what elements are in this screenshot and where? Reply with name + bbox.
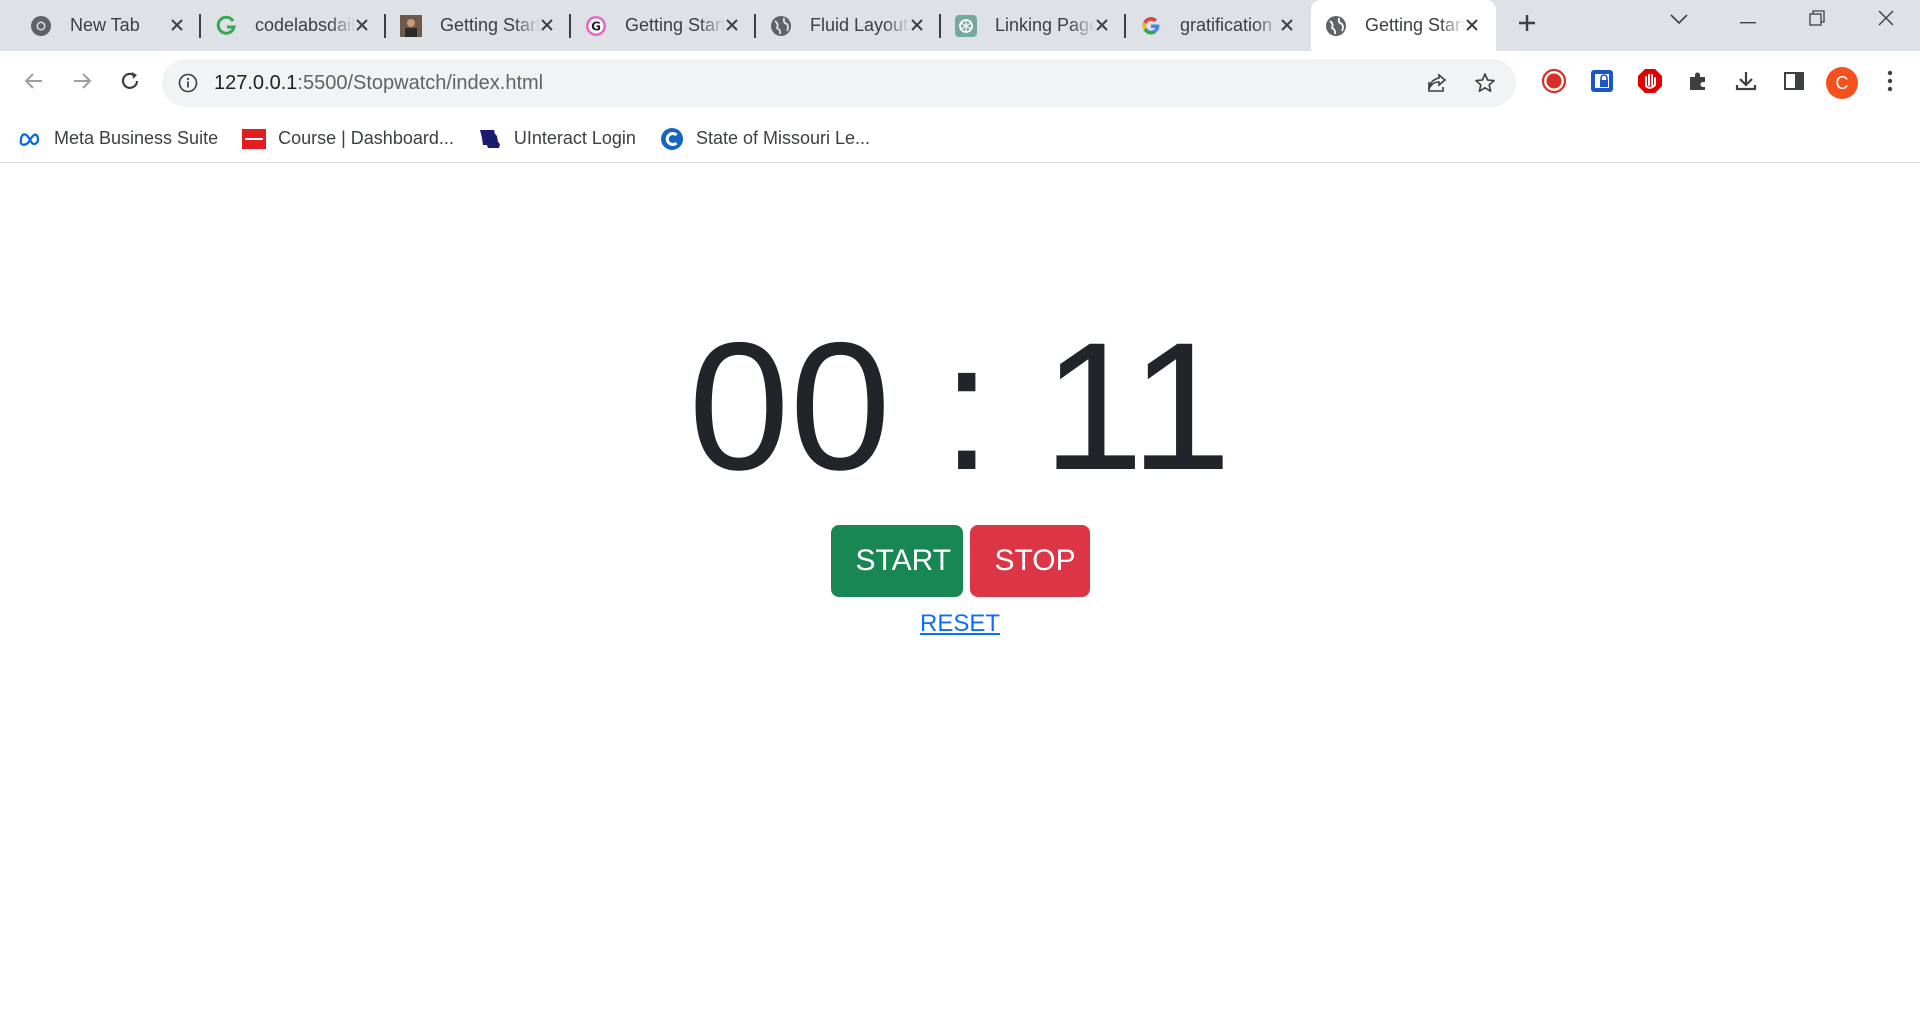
- bookmark-meta-business-suite[interactable]: Meta Business Suite: [18, 127, 218, 151]
- tab-title: Linking Pages: [995, 15, 1095, 35]
- record-extension-button[interactable]: [1530, 63, 1578, 103]
- window-controls: [1644, 0, 1920, 40]
- info-icon[interactable]: [176, 71, 200, 95]
- minimize-icon: [1739, 11, 1756, 29]
- profile-photo-icon: [400, 14, 422, 37]
- reset-link[interactable]: RESET: [920, 610, 1000, 637]
- extensions-area: C: [1530, 63, 1914, 103]
- tab-gratification[interactable]: gratification: [1126, 0, 1311, 51]
- svg-text:G: G: [591, 19, 601, 33]
- stopwatch-controls: START STOP: [0, 525, 1920, 597]
- reload-icon: [119, 70, 141, 97]
- tab-search-button[interactable]: [1644, 0, 1713, 40]
- omnibox-actions: [1420, 59, 1502, 107]
- url-host: 127.0.0.1: [214, 71, 298, 94]
- tab-strip: New Tab codelabsdaily Getting Started G: [0, 0, 1920, 51]
- tab-title: codelabsdaily: [255, 15, 355, 35]
- url-text: 127.0.0.1:5500/Stopwatch/index.html: [214, 72, 543, 95]
- close-icon[interactable]: [1277, 15, 1297, 35]
- bookmark-label: Meta Business Suite: [54, 128, 219, 148]
- plus-icon: [1517, 13, 1537, 38]
- close-window-button[interactable]: [1851, 0, 1920, 40]
- close-icon: [1878, 10, 1894, 31]
- arrow-right-icon: [72, 71, 92, 96]
- close-icon[interactable]: [1092, 15, 1112, 35]
- share-icon[interactable]: [1420, 72, 1454, 94]
- stopwatch-display: 00 : 11: [688, 304, 1232, 508]
- toolbar: 127.0.0.1:5500/Stopwatch/index.html C: [0, 51, 1920, 115]
- tab-new-tab[interactable]: New Tab: [16, 0, 201, 51]
- browser-chrome: New Tab codelabsdaily Getting Started G: [0, 0, 1920, 163]
- forward-button[interactable]: [62, 63, 102, 103]
- tab-codelabs[interactable]: codelabsdaily: [201, 0, 386, 51]
- bookmark-state-of-missouri[interactable]: State of Missouri Le...: [660, 127, 870, 151]
- url-path: :5500/Stopwatch/index.html: [297, 71, 544, 94]
- shield-extension-button[interactable]: [1578, 63, 1626, 103]
- bookmark-label: State of Missouri Le...: [695, 128, 871, 148]
- google-icon: [1140, 15, 1162, 37]
- tab-linking-pages[interactable]: Linking Pages: [941, 0, 1126, 51]
- globe-icon: [770, 15, 792, 37]
- start-button[interactable]: START: [830, 525, 963, 597]
- stop-button[interactable]: STOP: [969, 525, 1090, 597]
- menu-button[interactable]: [1866, 63, 1914, 103]
- shield-lock-icon: [1589, 68, 1615, 99]
- minimize-button[interactable]: [1713, 0, 1782, 40]
- close-icon[interactable]: [907, 15, 927, 35]
- reset-link-wrapper: RESET: [0, 610, 1920, 638]
- close-icon[interactable]: [1462, 15, 1482, 35]
- g-circle-icon: G: [585, 15, 607, 37]
- tab-title: Getting Started: [625, 15, 725, 35]
- missouri-icon: [478, 127, 502, 151]
- tab-getting-started-2[interactable]: G Getting Started: [571, 0, 756, 51]
- adblock-extension-button[interactable]: [1626, 63, 1674, 103]
- bookmarks-bar: Meta Business Suite Course | Dashboard..…: [0, 115, 1920, 163]
- downloads-button[interactable]: [1722, 63, 1770, 103]
- tab-title: Getting Started: [440, 15, 540, 35]
- restore-icon: [1808, 9, 1825, 31]
- bookmark-label: Course | Dashboard...: [278, 128, 454, 148]
- puzzle-icon: [1686, 69, 1710, 98]
- record-icon: [1541, 68, 1567, 99]
- star-icon[interactable]: [1468, 72, 1502, 94]
- meta-icon: [18, 127, 42, 151]
- tab-title: Getting Started: [1365, 15, 1465, 35]
- close-icon[interactable]: [352, 15, 372, 35]
- tab-getting-started-active[interactable]: Getting Started: [1311, 0, 1496, 51]
- ec-council-icon: [242, 127, 267, 151]
- close-icon[interactable]: [722, 15, 742, 35]
- tab-getting-started-1[interactable]: Getting Started: [386, 0, 571, 51]
- bookmark-label: UInteract Login: [513, 128, 636, 148]
- c-logo-icon: [660, 127, 684, 151]
- address-bar[interactable]: 127.0.0.1:5500/Stopwatch/index.html: [162, 59, 1516, 107]
- chevron-down-icon: [1669, 11, 1688, 29]
- codelabs-g-icon: [215, 15, 237, 37]
- back-button[interactable]: [14, 63, 54, 103]
- profile-button[interactable]: C: [1818, 63, 1866, 103]
- new-tab-button[interactable]: [1504, 0, 1550, 51]
- page-content: 00 : 11 START STOP RESET: [0, 163, 1920, 1020]
- chrome-icon: [30, 15, 52, 37]
- reload-button[interactable]: [110, 63, 150, 103]
- chatgpt-icon: [955, 14, 977, 37]
- bookmark-uinteract-login[interactable]: UInteract Login: [478, 127, 636, 151]
- bookmark-course-dashboard[interactable]: Course | Dashboard...: [242, 127, 454, 151]
- extensions-button[interactable]: [1674, 63, 1722, 103]
- arrow-left-icon: [24, 71, 44, 96]
- restore-button[interactable]: [1782, 0, 1851, 40]
- close-icon[interactable]: [537, 15, 557, 35]
- avatar: C: [1826, 67, 1858, 99]
- tab-fluid-layouts[interactable]: Fluid Layouts: [756, 0, 941, 51]
- tab-title: New Tab: [70, 15, 140, 35]
- side-panel-icon: [1783, 70, 1805, 97]
- stop-hand-icon: [1637, 68, 1663, 99]
- tab-title: Fluid Layouts: [810, 15, 910, 35]
- side-panel-button[interactable]: [1770, 63, 1818, 103]
- globe-icon: [1325, 15, 1347, 37]
- more-vertical-icon: [1887, 70, 1893, 97]
- download-icon: [1734, 69, 1758, 98]
- close-icon[interactable]: [167, 15, 187, 35]
- tab-title: gratification: [1180, 15, 1273, 35]
